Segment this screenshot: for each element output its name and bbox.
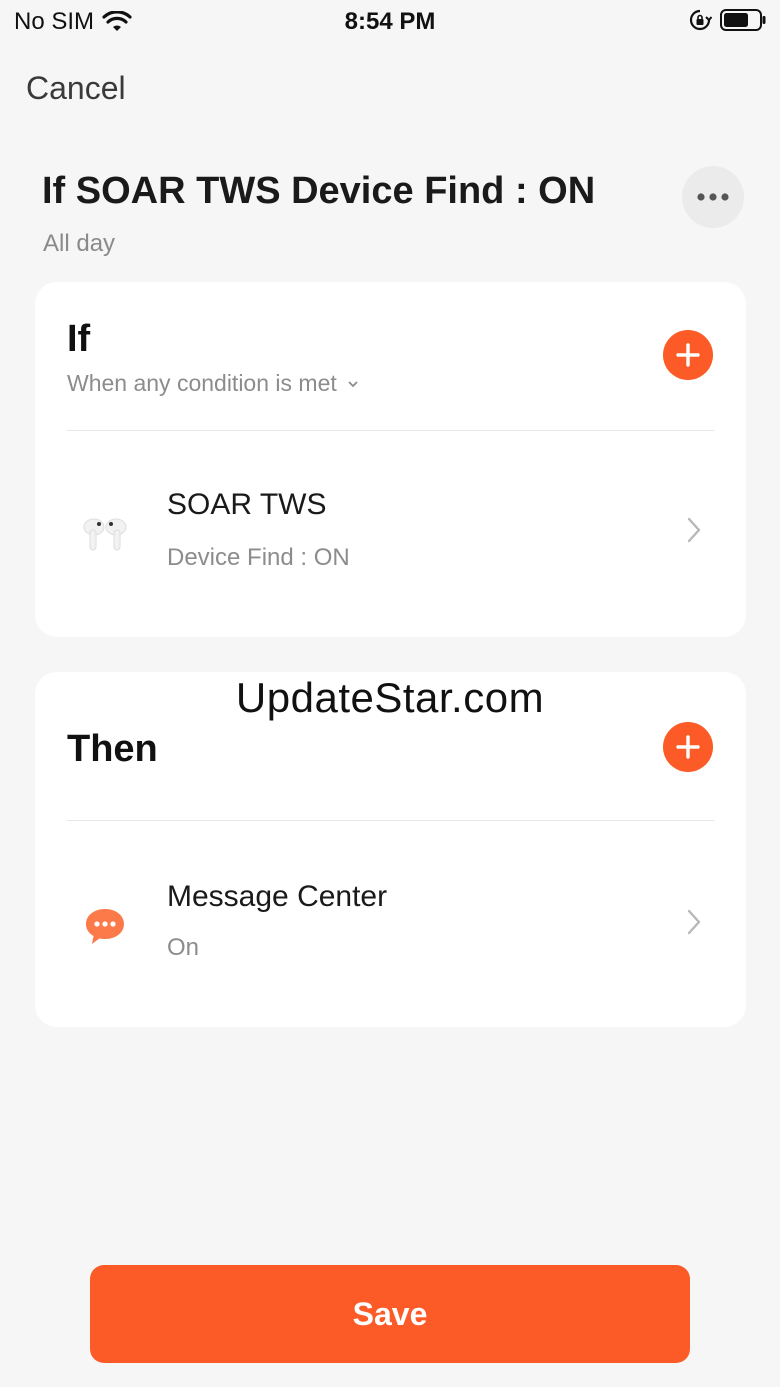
watermark: UpdateStar.com (235, 674, 545, 721)
rotation-lock-icon (689, 9, 712, 31)
more-options-button[interactable] (682, 166, 744, 228)
add-condition-button[interactable] (663, 330, 713, 380)
condition-mode-selector[interactable]: When any condition is met (67, 370, 359, 397)
chevron-right-icon (687, 517, 701, 543)
scene-title: If SOAR TWS Device Find : ON (42, 170, 596, 212)
cancel-button[interactable]: Cancel (26, 70, 126, 107)
condition-device-state: Device Find : ON (167, 544, 350, 571)
condition-row[interactable]: SOAR TWS Device Find : ON (35, 462, 746, 602)
plus-icon (676, 735, 700, 759)
battery-icon (720, 9, 766, 31)
status-right-icons (688, 8, 766, 32)
then-heading: Then (67, 728, 158, 770)
action-name: Message Center (167, 880, 388, 913)
chevron-right-icon (687, 909, 701, 935)
chevron-down-icon (348, 380, 358, 387)
status-bar: No SIM 8:54 PM (0, 0, 780, 44)
if-card: If When any condition is met SOAR TWS De… (35, 282, 746, 637)
divider (67, 820, 714, 821)
if-heading: If (67, 318, 91, 360)
message-bubble-icon (75, 896, 135, 956)
add-action-button[interactable] (663, 722, 713, 772)
smart-scene-editor: No SIM 8:54 PM Cancel If SOAR TWS Device (0, 0, 780, 1387)
condition-mode-label: When any condition is met (67, 370, 337, 396)
condition-device-name: SOAR TWS (167, 488, 327, 521)
action-row[interactable]: Message Center On (35, 854, 746, 994)
more-horizontal-icon (697, 193, 729, 201)
save-button[interactable]: Save (90, 1265, 690, 1363)
action-state: On (167, 934, 200, 961)
earbuds-icon (75, 504, 135, 564)
plus-icon (676, 343, 700, 367)
divider (67, 430, 714, 431)
then-card: Then Message Center On (35, 672, 746, 1027)
status-time: 8:54 PM (344, 8, 436, 35)
scene-schedule[interactable]: All day (43, 230, 115, 258)
